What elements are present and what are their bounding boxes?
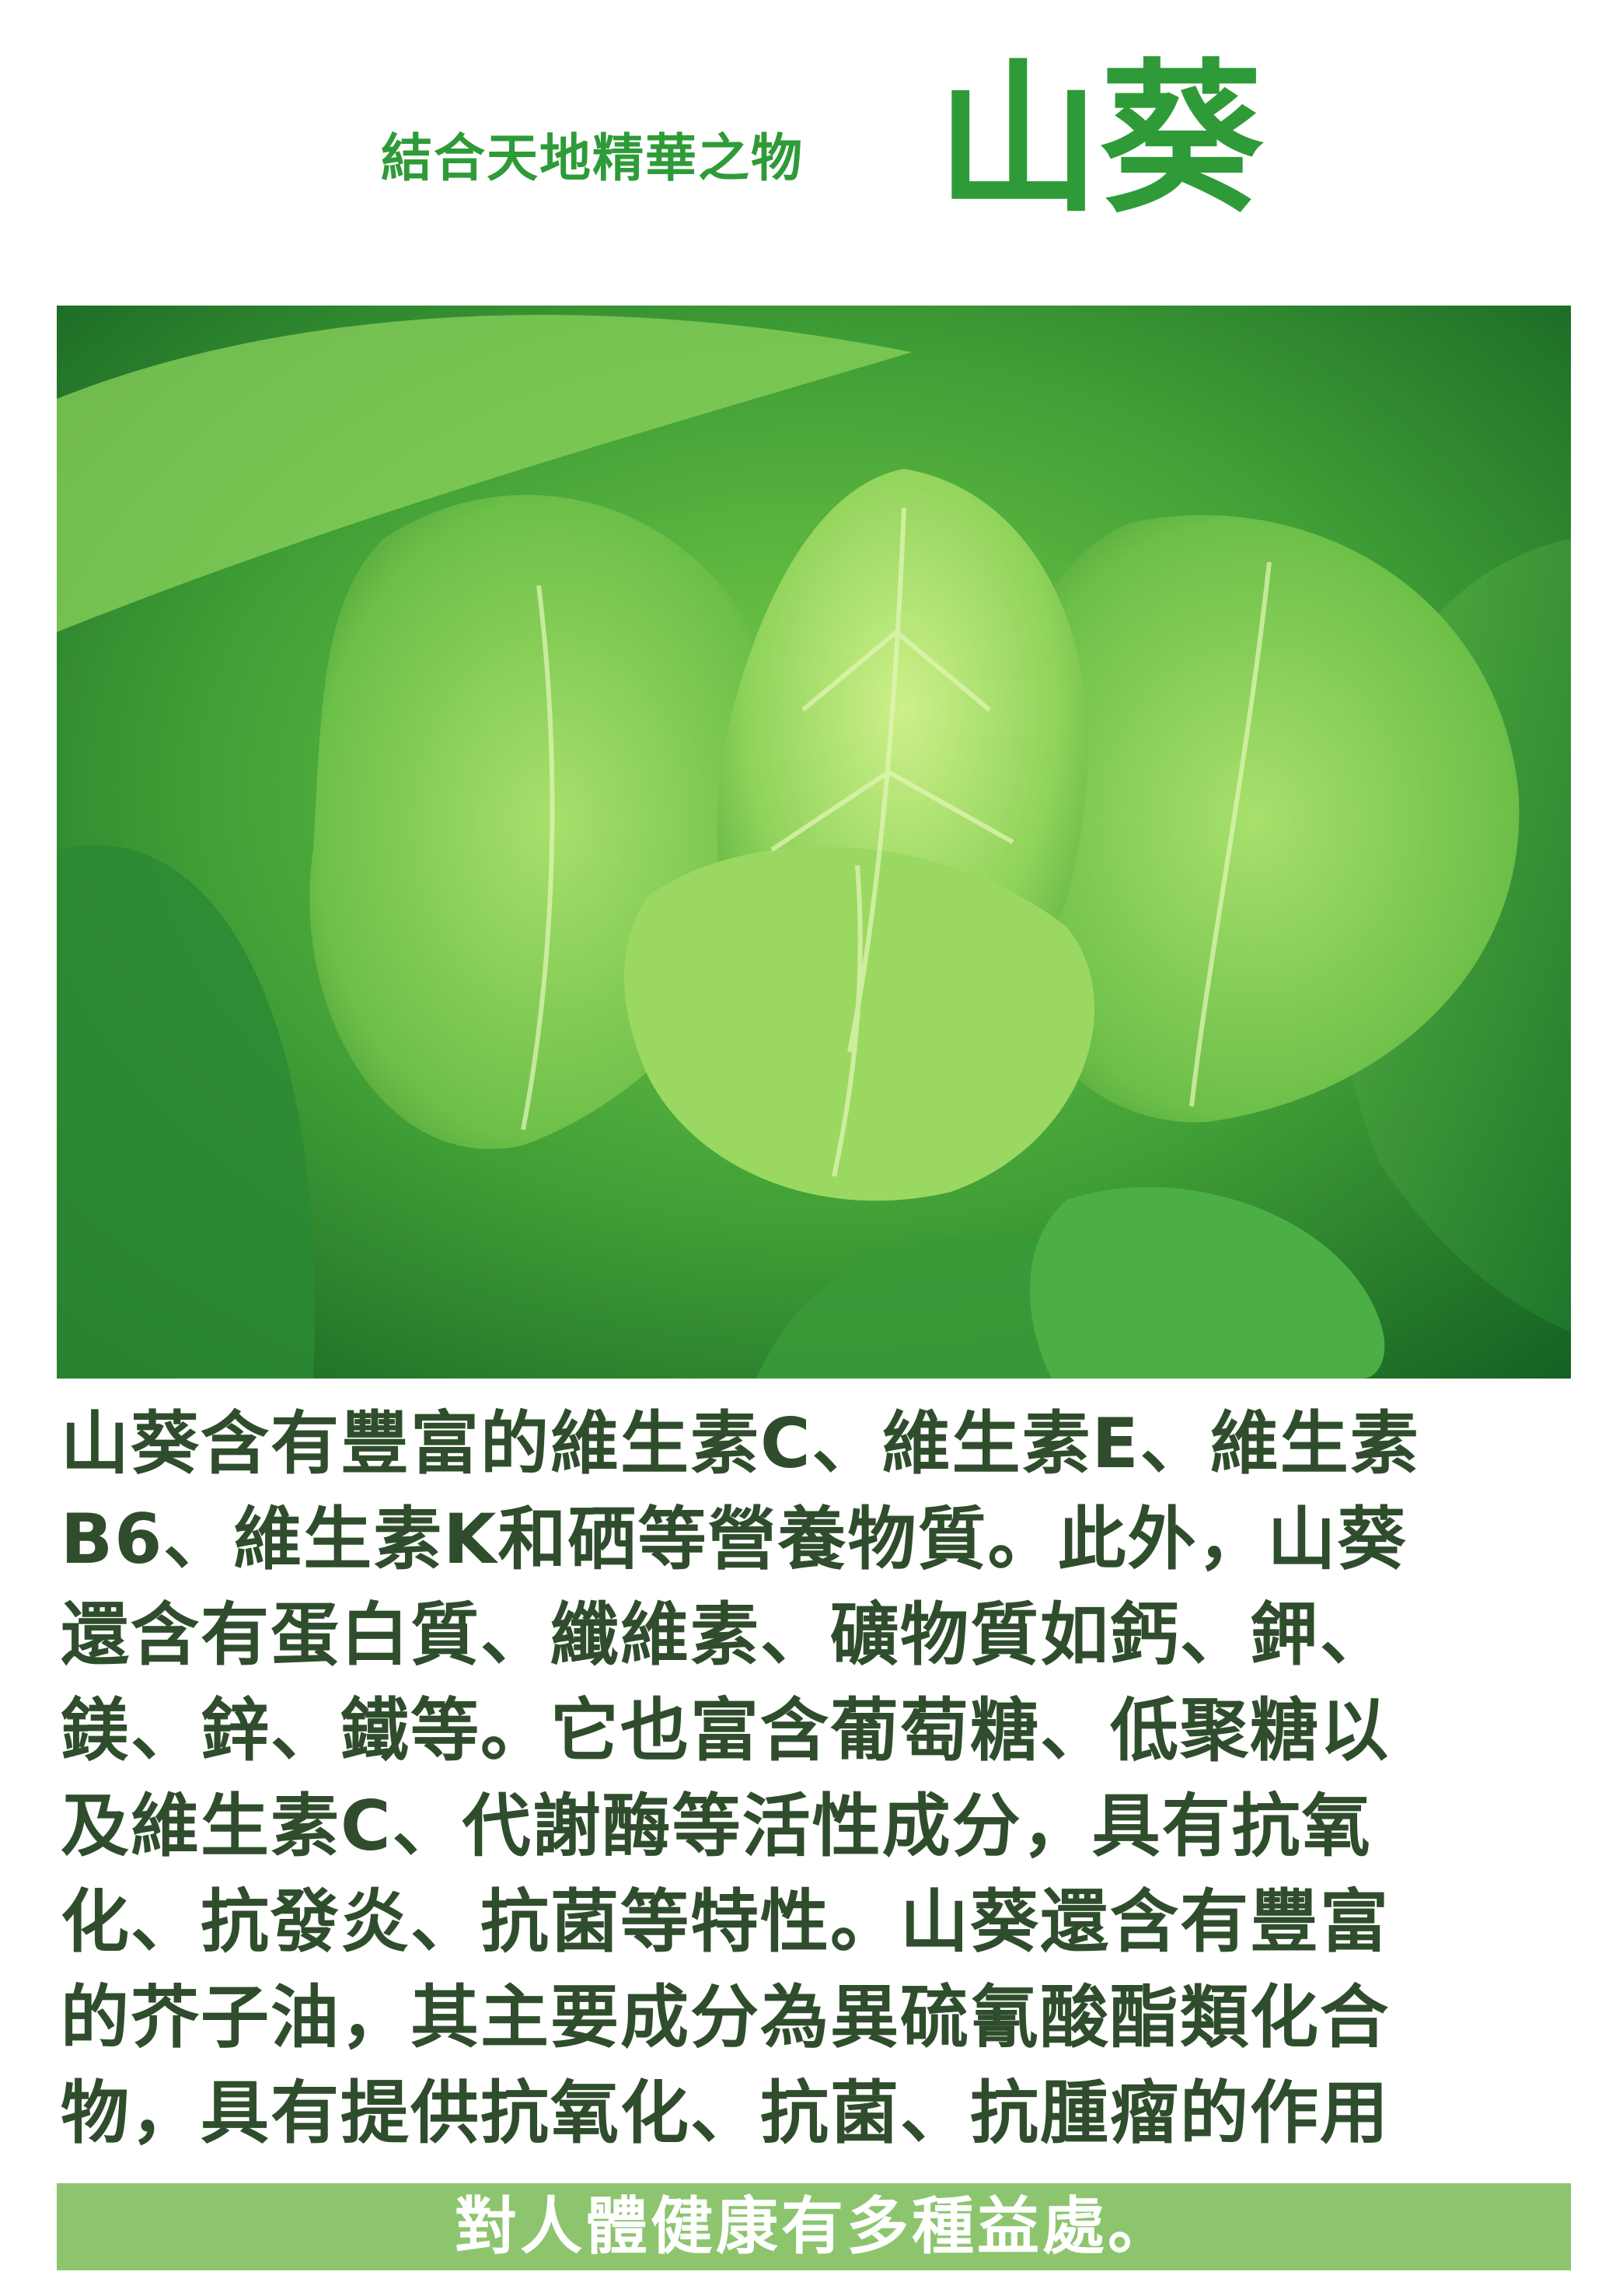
page-header: 結合天地精華之物 山葵 xyxy=(0,0,1616,295)
conclusion-band: 對人體健康有多種益處。 xyxy=(57,2183,1571,2270)
page-title: 山葵 xyxy=(937,44,1264,235)
description-line: B6、維生素K和硒等營養物質。此外，山葵 xyxy=(61,1499,1408,1579)
description-line: 化、抗發炎、抗菌等特性。山葵還含有豐富 xyxy=(61,1882,1391,1962)
wasabi-leaves-photo xyxy=(57,306,1571,1379)
description-line: 物，具有提供抗氧化、抗菌、抗腫瘤的作用 xyxy=(61,2073,1391,2153)
tagline: 結合天地精華之物 xyxy=(381,128,804,188)
description-line: 還含有蛋白質、纖維素、礦物質如鈣、鉀、 xyxy=(61,1595,1391,1675)
conclusion-text: 對人體健康有多種益處。 xyxy=(455,2190,1173,2263)
description-line: 的芥子油，其主要成分為異硫氰酸酯類化合 xyxy=(61,1977,1391,2057)
description-line: 鎂、鋅、鐵等。它也富含葡萄糖、低聚糖以 xyxy=(61,1690,1391,1770)
description-paragraph: 山葵含有豐富的維生素C、維生素E、維生素 B6、維生素K和硒等營養物質。此外，山… xyxy=(61,1396,1569,2161)
description-line: 及維生素C、代謝酶等活性成分，具有抗氧 xyxy=(61,1786,1372,1866)
description-line: 山葵含有豐富的維生素C、維生素E、維生素 xyxy=(61,1403,1420,1483)
